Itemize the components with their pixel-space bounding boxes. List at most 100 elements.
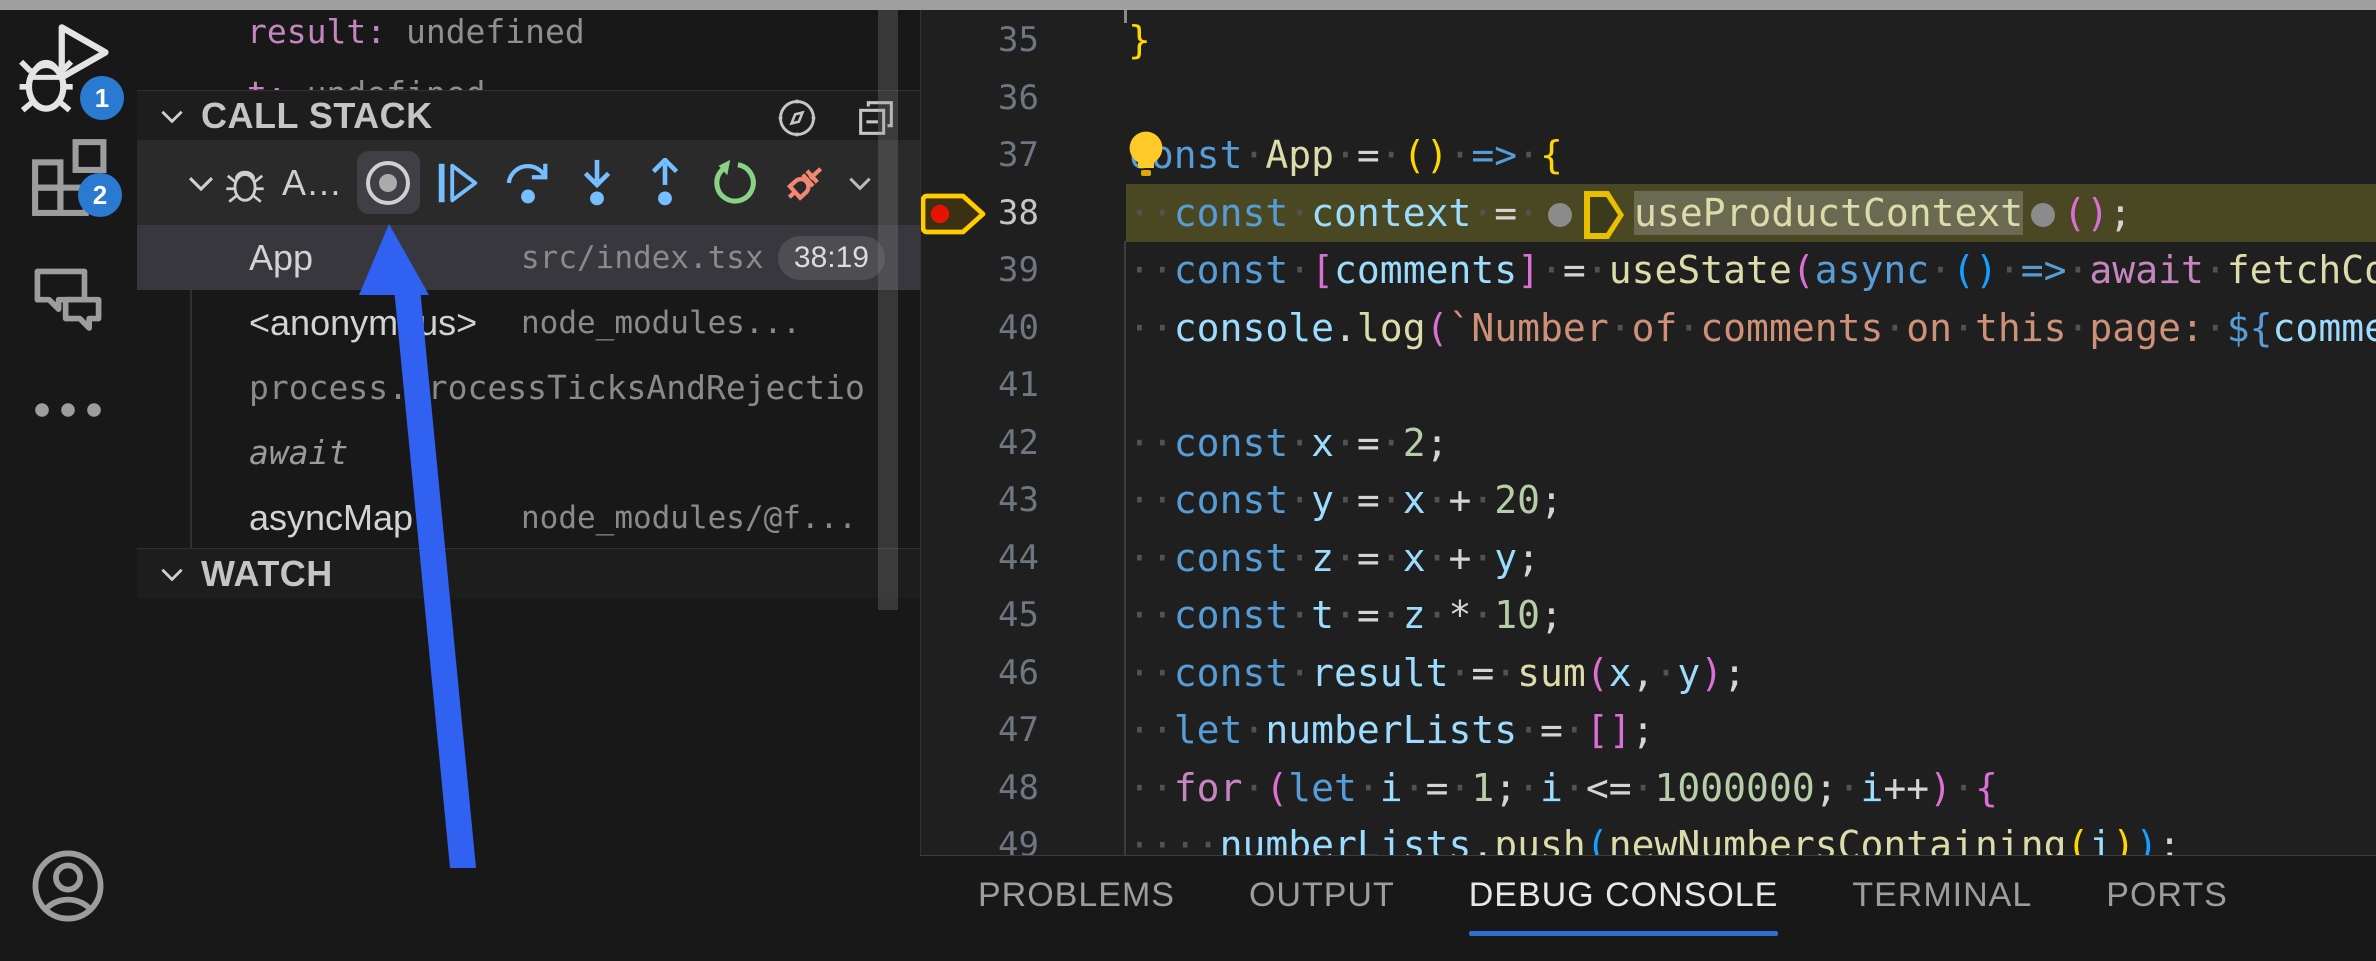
code-line-40[interactable]: 40 ··console.log(`Number·of·comments·on·t… — [921, 299, 2376, 357]
line-number: 35 — [921, 11, 1039, 69]
comments-activity-button[interactable] — [0, 255, 136, 335]
code-line-39[interactable]: 39 ··const·[comments]·=·useState(async·()… — [921, 241, 2376, 299]
line-number: 47 — [921, 701, 1039, 759]
variable-name: t: — [247, 74, 287, 90]
line-number: 37 — [921, 126, 1039, 184]
line-number: 39 — [921, 241, 1039, 299]
more-activity-button[interactable] — [0, 390, 136, 430]
code-line-text: const·App·=·()·=>·{ — [1128, 126, 1563, 184]
step-out-button[interactable] — [640, 158, 690, 208]
line-number: 36 — [921, 69, 1039, 127]
chevron-down-icon — [184, 166, 218, 200]
sidebar-scrollbar[interactable] — [878, 10, 898, 610]
debug-session-label: A… — [282, 162, 342, 204]
code-line-text: ··const·x·=·2; — [1128, 414, 1448, 472]
code-line-text: ··console.log(`Number·of·comments·on·thi… — [1128, 299, 2376, 357]
code-line-41[interactable]: 41 — [921, 356, 2376, 414]
code-line-42[interactable]: 42 ··const·x·=·2; — [921, 414, 2376, 472]
frame-name: process.processTicksAndRejectio — [249, 368, 865, 407]
debug-session-row[interactable]: A… — [137, 140, 920, 225]
frame-name: App — [249, 237, 479, 279]
debug-sidebar: result: undefined t: undefined CALL STAC… — [137, 10, 920, 960]
code-line-35[interactable]: 35} — [921, 11, 2376, 69]
variable-name: result: — [247, 12, 386, 51]
watch-title: WATCH — [201, 553, 333, 595]
panel-tab-problems[interactable]: PROBLEMS — [978, 856, 1175, 934]
code-line-45[interactable]: 45··const·t·=·z·*·10; — [921, 586, 2376, 644]
frame-name: asyncMap — [249, 497, 479, 539]
inline-value-dot-icon[interactable] — [1548, 203, 1572, 227]
panel-tab-output[interactable]: OUTPUT — [1249, 856, 1395, 934]
code-line-48[interactable]: 48 ··for·(let·i·=·1;·i·<=·1000000;·i++)·{ — [921, 759, 2376, 817]
code-line-46[interactable]: 46 ··const·result·=·sum(x,·y); — [921, 644, 2376, 702]
code-line-text: ····numberLists.push(newNumbersContainin… — [1128, 816, 2181, 855]
code-line-text: ··const·z·=·x·+·y; — [1128, 529, 1540, 587]
line-number: 49 — [921, 816, 1039, 855]
comments-icon — [28, 255, 108, 335]
account-icon — [27, 845, 109, 927]
panel-tab-ports[interactable]: PORTS — [2106, 856, 2228, 934]
more-ellipsis-icon — [28, 390, 108, 430]
call-stack-frame-list: Appsrc/index.tsx38:19 <anonymous> node_mod… — [137, 225, 920, 550]
code-line-49[interactable]: 49 ····numberLists.push(newNumbersContain… — [921, 816, 2376, 855]
watch-section-header[interactable]: WATCH — [137, 548, 920, 599]
panel-tab-bar: PROBLEMS OUTPUT DEBUG CONSOLE TERMINAL PORTS — [920, 856, 2376, 961]
extensions-badge: 2 — [78, 173, 122, 217]
screenshot-top-edge — [0, 0, 2376, 10]
step-into-button[interactable] — [572, 158, 622, 208]
lightbulb-icon[interactable] — [1124, 128, 1168, 184]
bottom-panel: PROBLEMS OUTPUT DEBUG CONSOLE TERMINAL PORTS — [920, 855, 2376, 961]
code-line-text: ··for·(let·i·=·1;·i·<=·1000000;·i++)·{ — [1128, 759, 1998, 817]
activity-bar: 1 2 — [0, 10, 138, 960]
code-line-text: ··let·numberLists·=·[]; — [1128, 701, 1654, 759]
variables-section-content: result: undefined t: undefined — [137, 10, 920, 90]
variable-row[interactable]: t: undefined — [247, 74, 485, 90]
more-actions-chevron-icon[interactable] — [845, 168, 875, 198]
line-number: 46 — [921, 644, 1039, 702]
code-line-38[interactable]: 38··const·context·=·useProductContext(); — [921, 184, 2376, 242]
code-line-text: ··const·result·=·sum(x,·y); — [1128, 644, 1746, 702]
code-line-44[interactable]: 44 ··const·z·=·x·+·y; — [921, 529, 2376, 587]
inline-tag-icon[interactable] — [1584, 191, 1624, 239]
call-stack-frame[interactable]: <anonymous> node_modules... — [137, 290, 920, 355]
variable-row[interactable]: result: undefined — [247, 12, 585, 51]
continue-button[interactable] — [433, 158, 483, 208]
breakpoint-current-frame-icon[interactable] — [921, 190, 989, 238]
variable-value: undefined — [406, 12, 585, 51]
line-number: 42 — [921, 414, 1039, 472]
line-number: 43 — [921, 471, 1039, 529]
chevron-down-icon — [157, 559, 187, 589]
frame-path: node_modules... — [521, 305, 801, 341]
code-editor[interactable]: 35}3637const·App·=·()·=>·{38··const·cont… — [920, 10, 2376, 855]
call-stack-frame[interactable]: await — [137, 420, 920, 485]
frame-line-column-badge: 38:19 — [778, 236, 885, 280]
panel-tab-debug-console[interactable]: DEBUG CONSOLE — [1469, 856, 1779, 934]
call-stack-section-header[interactable]: CALL STACK — [137, 90, 920, 141]
call-stack-frame[interactable]: asyncMap node_modules/@f... — [137, 485, 920, 550]
disconnect-button[interactable] — [780, 158, 830, 208]
code-line-text: ··const·[comments]·=·useState(async·()·=… — [1128, 241, 2376, 299]
frame-path: node_modules/@f... — [521, 500, 857, 536]
frame-name: await — [249, 433, 348, 472]
restart-button[interactable] — [710, 158, 760, 208]
inline-value-dot-icon[interactable] — [2031, 203, 2055, 227]
account-button[interactable] — [0, 845, 136, 927]
frame-name: <anonymous> — [249, 302, 479, 344]
call-stack-frame[interactable]: process.processTicksAndRejectio — [137, 355, 920, 420]
code-line-text: } — [1128, 11, 1151, 69]
record-toggle-button[interactable] — [362, 157, 414, 209]
line-number: 48 — [921, 759, 1039, 817]
call-stack-title: CALL STACK — [201, 95, 433, 137]
panel-tab-terminal[interactable]: TERMINAL — [1852, 856, 2032, 934]
step-over-button[interactable] — [503, 158, 553, 208]
call-stack-frame[interactable]: Appsrc/index.tsx38:19 — [137, 225, 920, 290]
code-line-47[interactable]: 47 ··let·numberLists·=·[]; — [921, 701, 2376, 759]
line-number: 45 — [921, 586, 1039, 644]
code-line-43[interactable]: 43··const·y·=·x·+·20; — [921, 471, 2376, 529]
line-number: 44 — [921, 529, 1039, 587]
line-number: 40 — [921, 299, 1039, 357]
code-line-36[interactable]: 36 — [921, 69, 2376, 127]
bug-icon — [222, 160, 268, 206]
compass-icon[interactable] — [775, 96, 819, 140]
chevron-down-icon — [157, 101, 187, 131]
